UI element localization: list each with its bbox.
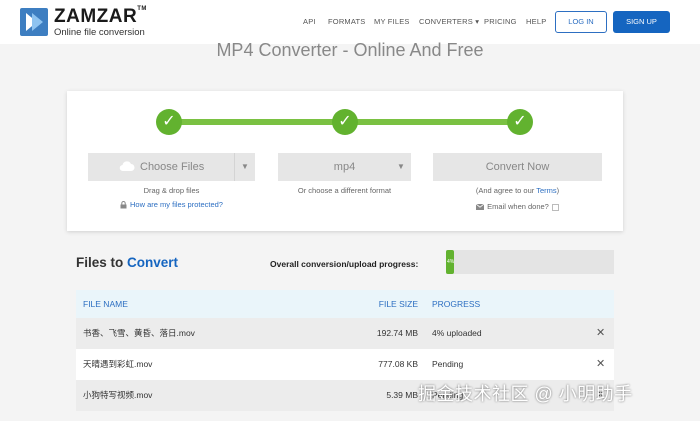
page-title: MP4 Converter - Online And Free [216, 40, 484, 60]
login-button[interactable]: LOG IN [555, 11, 607, 33]
table-row: 书香、飞雪、黄昏、落日.mov 192.74 MB 4% uploaded ✕ [76, 318, 614, 349]
file-progress: 4% uploaded [432, 328, 482, 338]
files-protected-link[interactable]: How are my files protected? [130, 200, 223, 209]
step-3-check-icon: ✓ [507, 109, 533, 135]
terms-link[interactable]: Terms [536, 186, 556, 195]
format-select[interactable]: mp4 [278, 153, 411, 181]
nav-formats[interactable]: FORMATS [328, 17, 366, 26]
brand-tagline: Online file conversion [54, 27, 145, 38]
file-size: 777.08 KB [378, 359, 418, 369]
file-progress: Pending [432, 359, 464, 369]
file-name: 书香、飞雪、黄昏、落日.mov [83, 328, 195, 338]
format-dropdown-icon[interactable]: ▼ [397, 153, 405, 181]
convert-now-button[interactable]: Convert Now [433, 153, 602, 181]
column-file-name: FILE NAME [83, 299, 128, 309]
file-size: 5.39 MB [386, 390, 418, 400]
mail-icon [476, 204, 485, 211]
files-heading: Files to Convert [76, 255, 179, 270]
choose-files-dropdown-icon[interactable]: ▼ [234, 153, 255, 181]
top-header: ZAMZARTM Online file conversion API FORM… [0, 0, 700, 44]
file-name: 小狗特写视频.mov [83, 390, 153, 400]
nav-help[interactable]: HELP [526, 17, 546, 26]
file-size: 192.74 MB [376, 328, 418, 338]
nav-api[interactable]: API [303, 17, 316, 26]
files-protected-row: How are my files protected? [88, 200, 255, 209]
nav-pricing[interactable]: PRICING [484, 17, 517, 26]
lock-icon [120, 201, 127, 209]
terms-note: (And agree to our Terms) [475, 186, 560, 195]
drag-drop-hint: Drag & drop files [143, 186, 200, 195]
column-file-size: FILE SIZE [378, 299, 418, 309]
step-1-check-icon: ✓ [156, 109, 182, 135]
files-table-header: FILE NAME FILE SIZE PROGRESS [76, 290, 614, 318]
file-name: 天晴遇到彩虹.mov [83, 359, 153, 369]
overall-progress-label: Overall conversion/upload progress: [270, 259, 419, 269]
column-progress: PROGRESS [432, 299, 481, 309]
remove-file-icon[interactable]: ✕ [596, 318, 605, 349]
email-when-done-row: Email when done? [433, 202, 602, 211]
signup-button[interactable]: SIGN UP [613, 11, 670, 33]
brand-name[interactable]: ZAMZARTM [54, 6, 147, 28]
nav-my-files[interactable]: MY FILES [374, 17, 410, 26]
table-row: 天晴遇到彩虹.mov 777.08 KB Pending ✕ [76, 349, 614, 380]
converter-card: ✓ ✓ ✓ Choose Files ▼ Drag & drop files H… [67, 91, 623, 231]
email-when-done-checkbox[interactable] [551, 203, 559, 211]
step-2-check-icon: ✓ [332, 109, 358, 135]
watermark: 掘金技术社区 @ 小明助手 [418, 384, 633, 404]
choose-files-button[interactable]: Choose Files [88, 153, 234, 181]
nav-converters[interactable]: CONVERTERS ▾ [419, 17, 479, 26]
remove-file-icon[interactable]: ✕ [596, 349, 605, 380]
format-hint: Or choose a different format [297, 186, 392, 195]
cloud-upload-icon [119, 161, 135, 172]
overall-progress-fill: 4% [446, 250, 454, 274]
zamzar-logo-icon[interactable] [20, 8, 48, 36]
overall-progress-bar: 4% [446, 250, 614, 274]
